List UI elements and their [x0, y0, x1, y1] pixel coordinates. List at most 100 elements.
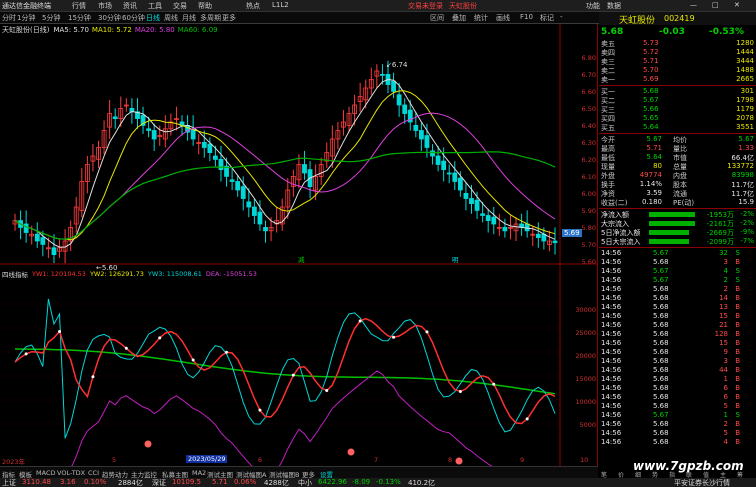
stat-row: 最低 5.64 市值 66.4亿 [601, 153, 754, 162]
minimize-icon[interactable]: — [690, 1, 697, 9]
stat-value: 0.180 [641, 198, 662, 206]
tab-30min[interactable]: 30分钟 [98, 13, 121, 23]
bid-row[interactable]: 买五 5.64 3551 [601, 123, 754, 132]
broker-label: 平安证券长沙行情 [674, 479, 730, 487]
ask-row[interactable]: 卖四 5.72 1444 [601, 48, 754, 57]
quote-panel: 天虹股份 002419 5.68 -0.03 -0.53% 卖五 5.73 1280… [599, 12, 756, 479]
ma-legend-item: MA60: 6.09 [177, 26, 218, 34]
stat-row: 收益(二) 0.180 PE(动) 15.9 [601, 198, 754, 207]
tick-time: 14:56 [601, 249, 622, 257]
stat-value: 5.71 [646, 144, 662, 152]
tab-more[interactable]: 更多 [222, 13, 236, 23]
tick-price: 5.68 [653, 438, 669, 446]
candle-body [246, 201, 252, 208]
menu-item[interactable]: 交易 [173, 1, 187, 11]
bid-label: 买五 [601, 124, 615, 132]
tick-volume: 1 [723, 375, 728, 383]
tick-price: 5.68 [653, 285, 669, 293]
candle-body [34, 233, 40, 242]
index-sh-value: 3110.48 [22, 478, 51, 486]
yw1-point [425, 330, 429, 334]
tool-overlay[interactable]: 叠加 [452, 13, 466, 23]
tick-side: B [735, 312, 740, 320]
tick-volume: 32 [719, 249, 728, 257]
kline-chart-area[interactable]: ↙6.74 ←5.60 减明 天虹股份(日线) MA5: 5.70 MA10: 5.7… [0, 24, 598, 478]
price-tick: 5.90 [581, 207, 596, 215]
tab-60min[interactable]: 60分钟 [122, 13, 145, 23]
tick-side: B [735, 402, 740, 410]
flow-bar [649, 230, 689, 235]
tab-5min[interactable]: 5分钟 [42, 13, 60, 23]
tab-daily[interactable]: 日线 [146, 13, 160, 23]
date-label: 9 [520, 456, 525, 464]
tick-volume: 14 [719, 294, 728, 302]
tab-cci[interactable]: CCI [88, 469, 99, 477]
bid-price: 5.67 [643, 96, 659, 104]
candle-body [435, 155, 441, 165]
ask-row[interactable]: 卖二 5.70 1488 [601, 66, 754, 75]
ask-row[interactable]: 卖一 5.69 2665 [601, 75, 754, 84]
tab-ma2[interactable]: MA2 [192, 469, 206, 477]
tick-side: B [735, 375, 740, 383]
tab-vol[interactable]: VOL-TDX [57, 469, 85, 477]
login-status[interactable]: 交易未登录 [408, 1, 443, 11]
bid-row[interactable]: 买三 5.66 1179 [601, 105, 754, 114]
tool-draw[interactable]: 画线 [496, 13, 510, 23]
menu-item[interactable]: L1L2 [272, 1, 289, 9]
indicator-tick: 30000 [575, 306, 596, 314]
bid-price: 5.66 [643, 105, 659, 113]
tool-stats[interactable]: 统计 [474, 13, 488, 23]
tick-volume: 128 [714, 330, 728, 338]
bid-row[interactable]: 买一 5.68 301 [601, 87, 754, 96]
close-icon[interactable]: ✕ [734, 1, 740, 9]
menu-item[interactable]: 资讯 [123, 1, 137, 11]
yw1-point [91, 375, 95, 379]
menu-item[interactable]: 工具 [148, 1, 162, 11]
tool-mark[interactable]: 标记 [540, 13, 554, 23]
tool-f10[interactable]: F10 [520, 13, 533, 21]
tab-weekly[interactable]: 周线 [164, 13, 178, 23]
indicator-value: DEA: -15051.53 [205, 270, 257, 278]
ask-row[interactable]: 卖五 5.73 1280 [601, 39, 754, 48]
stat-row: 净资 3.59 流通 11.7亿 [601, 189, 754, 198]
flow-pct: -9% [740, 228, 754, 236]
tick-time: 14:56 [601, 312, 622, 320]
tab-multi[interactable]: 多周期 [200, 13, 221, 23]
maximize-icon[interactable]: □ [712, 1, 719, 9]
tick-volume: 4 [723, 267, 728, 275]
tick-volume: 15 [719, 312, 728, 320]
chart-canvas[interactable]: ↙6.74←5.60减明 [0, 24, 598, 478]
indicator-legend: 四线指标 YW1: 120104.53 YW2: 126291.73 YW3: 11… [2, 269, 257, 279]
tab-1min[interactable]: 1分钟 [17, 13, 35, 23]
candle-body [112, 116, 118, 120]
tool-minus[interactable]: - [560, 13, 563, 21]
menu-item[interactable]: 数据 [607, 1, 621, 11]
tick-price: 5.68 [653, 321, 669, 329]
ask-price: 5.71 [643, 57, 659, 65]
ask-price: 5.70 [643, 66, 659, 74]
menu-item[interactable]: 帮助 [198, 1, 212, 11]
tick-price: 5.68 [653, 366, 669, 374]
menu-item[interactable]: 市场 [98, 1, 112, 11]
bid-row[interactable]: 买二 5.67 1798 [601, 96, 754, 105]
candle-body [146, 128, 152, 131]
bid-row[interactable]: 买四 5.65 2078 [601, 114, 754, 123]
tab-15min[interactable]: 15分钟 [68, 13, 91, 23]
menu-item[interactable]: 功能 [586, 1, 600, 11]
ask-row[interactable]: 卖三 5.71 3444 [601, 57, 754, 66]
tab-monthly[interactable]: 月线 [182, 13, 196, 23]
tab-fenshi[interactable]: 分时 [2, 13, 16, 23]
tick-price: 5.67 [653, 267, 669, 275]
tool-range[interactable]: 区间 [430, 13, 444, 23]
app-window: 通达信金融终端 行情 市场 资讯 工具 交易 帮助 热点 L1L2 交易未登录 … [0, 0, 756, 487]
stat-value: 1.33 [738, 144, 754, 152]
indicator-value: YW2: 126291.73 [89, 270, 144, 278]
yw2-line [14, 348, 556, 395]
tab-macd[interactable]: MACD [36, 469, 55, 477]
menu-item[interactable]: 行情 [72, 1, 86, 11]
bid-volume: 2078 [736, 114, 754, 122]
tick-row: 14:56 5.68 44 B [601, 366, 754, 375]
menu-item[interactable]: 热点 [246, 1, 260, 11]
promo-link[interactable]: 天虹股份 [449, 1, 477, 11]
candle-body [391, 80, 396, 92]
